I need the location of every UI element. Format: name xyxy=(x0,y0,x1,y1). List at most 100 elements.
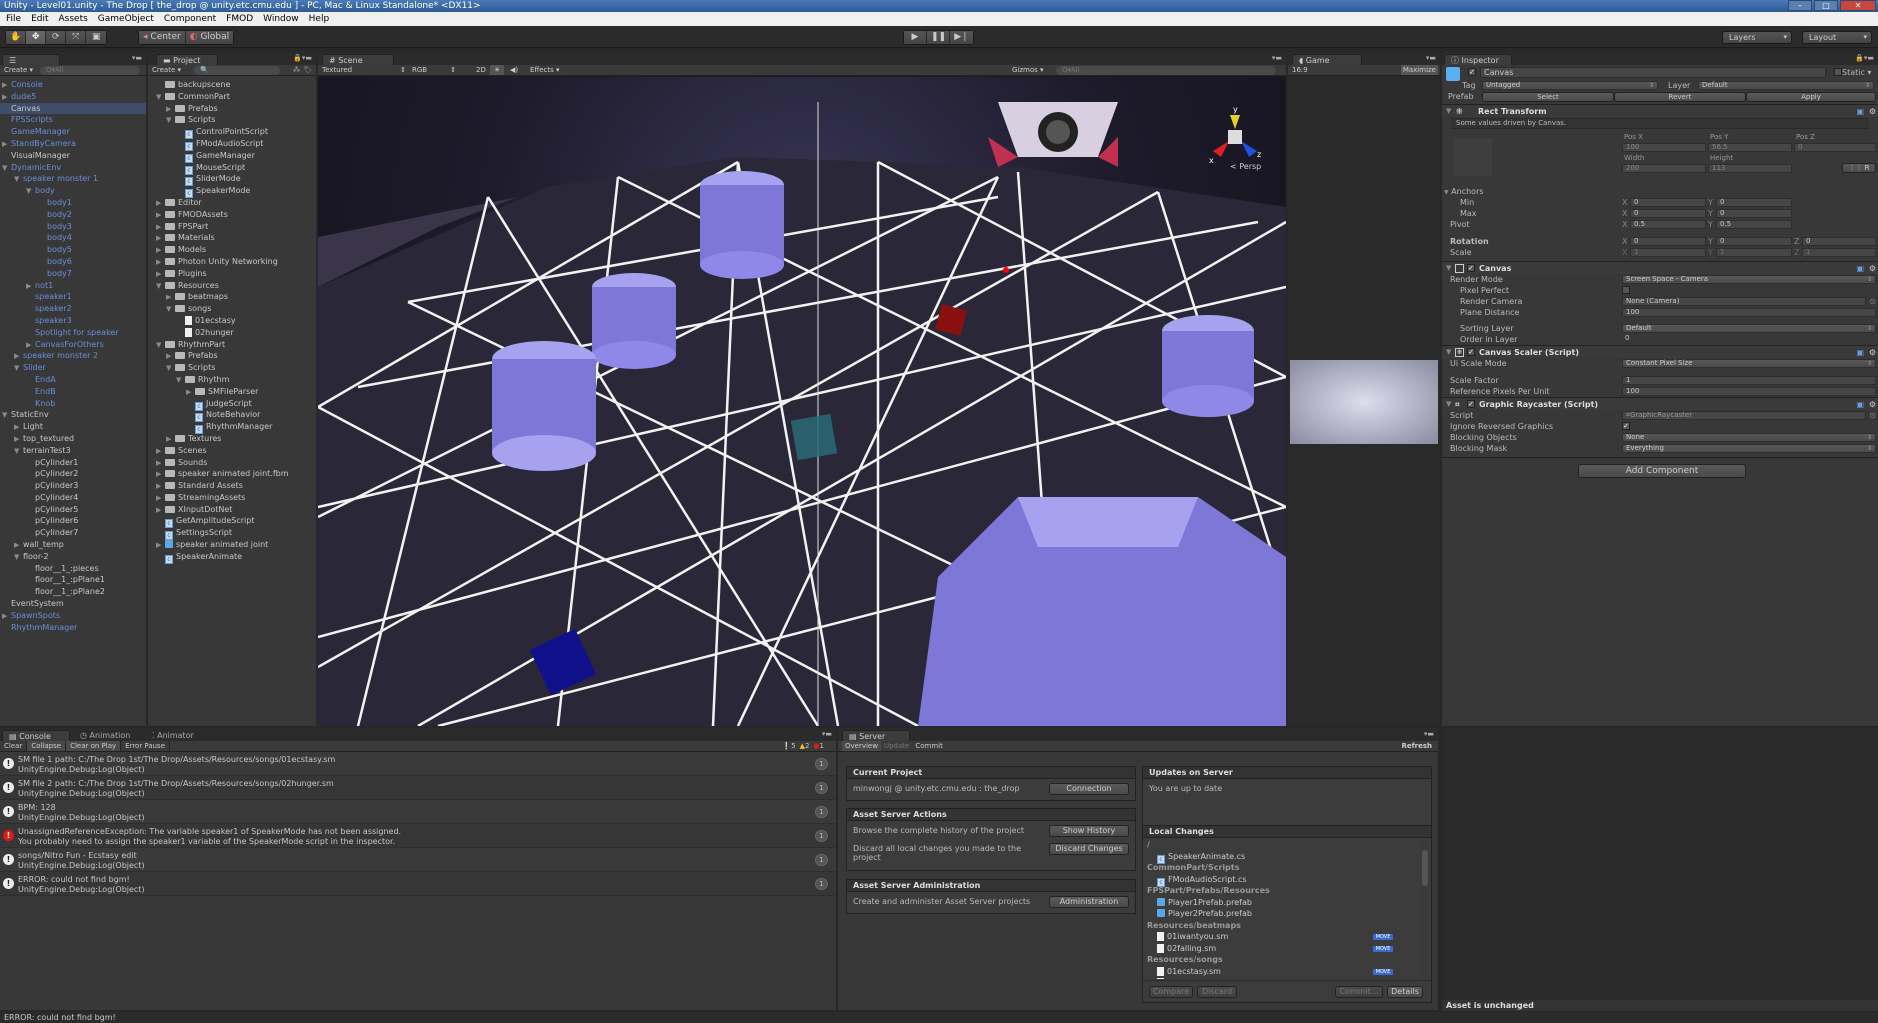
scale-tool-button[interactable]: ⤧ xyxy=(66,31,87,44)
pos-y-field[interactable]: 56.5 xyxy=(1708,143,1792,152)
project-item[interactable]: ▶ Photon Unity Networking xyxy=(156,256,316,268)
project-item[interactable]: ▶ Models xyxy=(156,244,316,256)
console-entry[interactable]: ! UnassignedReferenceException: The varia… xyxy=(0,824,836,848)
local-change-file[interactable]: Player2Prefab.prefab xyxy=(1143,908,1423,920)
project-item[interactable]: ▶ Plugins xyxy=(156,268,316,280)
hierarchy-item[interactable]: body4 xyxy=(0,232,146,244)
effects-dropdown[interactable]: Effects ▾ xyxy=(530,65,560,75)
menu-gameobject[interactable]: GameObject xyxy=(98,12,154,26)
anchor-preset-button[interactable] xyxy=(1454,138,1492,176)
subtab-overview[interactable]: Overview xyxy=(842,741,881,751)
prefab-revert-button[interactable]: Revert xyxy=(1614,92,1746,102)
console-entry[interactable]: ! SM file 1 path: C:/The Drop 1st/The Dro… xyxy=(0,752,836,776)
project-item[interactable]: ▶ Prefabs xyxy=(156,103,316,115)
hierarchy-item[interactable]: body2 xyxy=(0,209,146,221)
hierarchy-item[interactable]: ▶ speaker monster 2 xyxy=(0,350,146,362)
hierarchy-item[interactable]: pCylinder7 xyxy=(0,527,146,539)
object-name-input[interactable]: Canvas xyxy=(1480,67,1826,78)
project-item[interactable]: ▶ FPSPart xyxy=(156,221,316,233)
pause-button[interactable]: ❚❚ xyxy=(927,31,950,44)
prefab-select-button[interactable]: Select xyxy=(1482,92,1614,102)
scale-z[interactable]: 1 xyxy=(1802,248,1876,257)
hierarchy-item[interactable]: Spotlight for speaker xyxy=(0,327,146,339)
menu-file[interactable]: File xyxy=(6,12,21,26)
pos-z-field[interactable]: 0 xyxy=(1794,143,1876,152)
hierarchy-item[interactable]: speaker2 xyxy=(0,303,146,315)
administration-button[interactable]: Administration xyxy=(1049,896,1129,908)
height-field[interactable]: 113 xyxy=(1708,164,1792,173)
hierarchy-item[interactable]: ▶ Console xyxy=(0,79,146,91)
tab-scene[interactable]: # Scene xyxy=(322,54,394,65)
project-item[interactable]: ▶ Materials xyxy=(156,232,316,244)
project-item[interactable]: c SpeakerAnimate xyxy=(156,551,316,564)
plane-distance-field[interactable]: 100 xyxy=(1622,308,1876,317)
console-entry[interactable]: ! songs/Nitro Fun - Ecstasy edit UnityEngi… xyxy=(0,848,836,872)
project-item[interactable]: ▼ Scripts xyxy=(156,362,316,374)
layout-dropdown[interactable]: Layout xyxy=(1802,31,1872,44)
status-bar[interactable]: ERROR: could not find bgm! xyxy=(0,1012,1878,1023)
hierarchy-search-input[interactable]: Q▾All xyxy=(40,66,140,75)
project-item[interactable]: c RhythmManager xyxy=(156,421,316,435)
project-search-input[interactable]: 🔍 xyxy=(194,66,280,75)
menu-edit[interactable]: Edit xyxy=(31,12,48,26)
project-item[interactable]: 02hunger xyxy=(156,327,316,339)
hierarchy-item[interactable]: pCylinder2 xyxy=(0,468,146,480)
menu-component[interactable]: Component xyxy=(164,12,216,26)
project-item[interactable]: ▶ StreamingAssets xyxy=(156,492,316,504)
hierarchy-item[interactable]: ▼ body xyxy=(0,185,146,197)
project-item[interactable]: c GetAmplitudeScript xyxy=(156,515,316,529)
ui-scale-mode-dropdown[interactable]: Constant Pixel Size xyxy=(1622,359,1876,368)
details-button[interactable]: Details xyxy=(1387,986,1423,998)
hierarchy-item[interactable]: VisualManager xyxy=(0,150,146,162)
scene-viewport[interactable]: y x z < Persp xyxy=(318,77,1286,726)
layers-dropdown[interactable]: Layers xyxy=(1722,31,1792,44)
step-button[interactable]: ▶❘ xyxy=(950,31,973,44)
rotation-z[interactable]: 0 xyxy=(1802,237,1876,246)
console-entry[interactable]: ! BPM: 128 UnityEngine.Debug:Log(Object) 1 xyxy=(0,800,836,824)
connection-button[interactable]: Connection xyxy=(1049,783,1129,795)
hierarchy-item[interactable]: floor__1_:pPlane2 xyxy=(0,586,146,598)
active-checkbox[interactable]: ✓ xyxy=(1468,68,1476,76)
hierarchy-item[interactable]: Knob xyxy=(0,398,146,410)
hierarchy-item[interactable]: ▼ terrainTest3 xyxy=(0,445,146,457)
project-item[interactable]: c SpeakerMode xyxy=(156,185,316,199)
project-item[interactable]: ▶ Prefabs xyxy=(156,350,316,362)
script-field[interactable]: ⌗GraphicRaycaster xyxy=(1622,411,1866,420)
tab-animation[interactable]: ◷ Animation xyxy=(74,730,136,741)
hierarchy-item[interactable]: ▼ DynamicEnv xyxy=(0,162,146,174)
width-field[interactable]: 200 xyxy=(1622,164,1706,173)
space-global-toggle[interactable]: ◐ Global xyxy=(185,31,234,44)
console-entry[interactable]: ! ERROR: could not find bgm! UnityEngine.D… xyxy=(0,872,836,896)
audio-toggle[interactable]: ◀) xyxy=(510,65,518,75)
anchor-max-x[interactable]: 0 xyxy=(1630,209,1706,218)
foldout-arrow-icon[interactable]: ▼ xyxy=(1446,105,1451,118)
filter-label-icon[interactable]: 🏷 xyxy=(303,65,312,75)
hierarchy-item[interactable]: GameManager xyxy=(0,126,146,138)
project-item[interactable]: ▼ songs xyxy=(156,303,316,315)
hierarchy-item[interactable]: pCylinder1 xyxy=(0,457,146,469)
project-item[interactable]: ▼ Rhythm xyxy=(156,374,316,386)
project-item[interactable]: c JudgeScript xyxy=(156,398,316,411)
menu-help[interactable]: Help xyxy=(309,12,330,26)
hierarchy-item[interactable]: ▼ StaticEnv xyxy=(0,409,146,421)
discard-button[interactable]: Discard xyxy=(1197,986,1237,998)
lighting-toggle[interactable]: ☀ xyxy=(490,65,504,75)
pos-x-field[interactable]: 100 xyxy=(1622,143,1706,152)
object-picker-icon[interactable]: ⊙ xyxy=(1869,296,1876,307)
subtab-commit[interactable]: Commit xyxy=(912,741,946,751)
hierarchy-item[interactable]: speaker1 xyxy=(0,291,146,303)
blocking-objects-dropdown[interactable]: None xyxy=(1622,433,1876,442)
rotation-y[interactable]: 0 xyxy=(1716,237,1792,246)
object-picker-icon[interactable]: ⊙ xyxy=(1869,410,1876,421)
aspect-dropdown[interactable]: 16:9 xyxy=(1292,66,1308,74)
hierarchy-item[interactable]: RhythmManager xyxy=(0,622,146,634)
project-item[interactable]: c FModAudioScript xyxy=(156,138,316,151)
hierarchy-item[interactable]: ▶ SpawnSpots xyxy=(0,610,146,622)
project-item[interactable]: ▶ Scenes xyxy=(156,445,316,457)
scale-factor-field[interactable]: 1 xyxy=(1622,376,1876,385)
anchor-min-x[interactable]: 0 xyxy=(1630,198,1706,207)
projection-toggle[interactable]: < Persp xyxy=(1230,162,1261,171)
pixel-perfect-checkbox[interactable] xyxy=(1622,286,1630,294)
scrollbar-thumb[interactable] xyxy=(1422,850,1428,886)
panel-menu-icon[interactable]: ▾▬ xyxy=(1272,54,1282,62)
